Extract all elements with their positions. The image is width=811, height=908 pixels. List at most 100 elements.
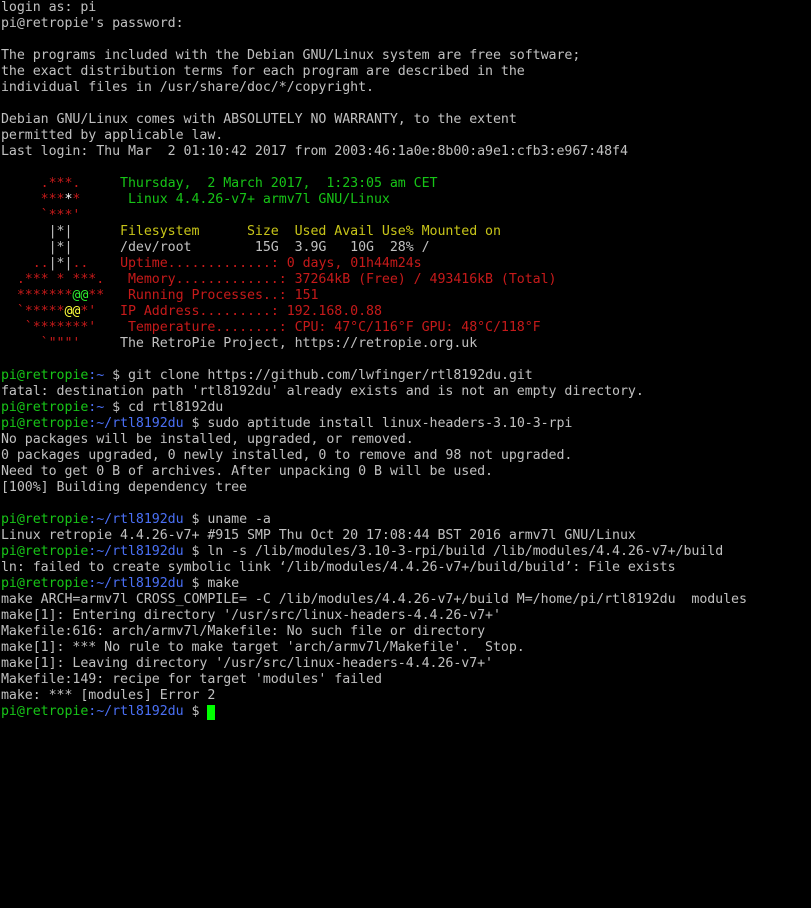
terminal-text-segment: :~/rtl8192du bbox=[88, 416, 192, 431]
terminal-text-segment: $ uname -a bbox=[191, 512, 271, 527]
terminal-line: 0 packages upgraded, 0 newly installed, … bbox=[1, 448, 811, 464]
terminal-text-segment: Linux retropie 4.4.26-v7+ #915 SMP Thu O… bbox=[1, 528, 636, 543]
terminal-line: |*| /dev/root 15G 3.9G 10G 28% / bbox=[1, 240, 811, 256]
terminal-text-segment: make[1]: Leaving directory '/usr/src/lin… bbox=[1, 656, 493, 671]
terminal-line: `*****@@*' IP Address.........: 192.168.… bbox=[1, 304, 811, 320]
terminal-line: the exact distribution terms for each pr… bbox=[1, 64, 811, 80]
terminal-text-segment: $ cd rtl8192du bbox=[112, 400, 224, 415]
terminal-line: make[1]: Entering directory '/usr/src/li… bbox=[1, 608, 811, 624]
terminal-text-segment: :~ bbox=[88, 368, 113, 383]
terminal-text-segment: The RetroPie Project, https://retropie.o… bbox=[120, 336, 478, 351]
terminal-line: `*******' Temperature........: CPU: 47°C… bbox=[1, 320, 811, 336]
terminal-text-segment: :~/rtl8192du bbox=[88, 512, 192, 527]
terminal-text-segment: Temperature........: CPU: 47°C/116°F GPU… bbox=[127, 320, 541, 335]
terminal-text-segment: Filesystem Size Used Avail Use% Mounted … bbox=[120, 224, 501, 239]
terminal-line: Last login: Thu Mar 2 01:10:42 2017 from… bbox=[1, 144, 811, 160]
terminal-text-segment: .***. bbox=[1, 176, 121, 191]
terminal-text-segment: pi@retropie bbox=[1, 576, 89, 591]
terminal-line: No packages will be installed, upgraded,… bbox=[1, 432, 811, 448]
terminal-line: `"""' The RetroPie Project, https://retr… bbox=[1, 336, 811, 352]
terminal-line: pi@retropie:~/rtl8192du $ sudo aptitude … bbox=[1, 416, 811, 432]
terminal-text-segment: |*| bbox=[1, 240, 121, 255]
terminal-line: make[1]: *** No rule to make target 'arc… bbox=[1, 640, 811, 656]
terminal-line: individual files in /usr/share/doc/*/cop… bbox=[1, 80, 811, 96]
terminal-line: permitted by applicable law. bbox=[1, 128, 811, 144]
terminal-text-segment: $ make bbox=[191, 576, 240, 591]
terminal-text-segment: ln: failed to create symbolic link ‘/lib… bbox=[1, 560, 676, 575]
terminal-line: ***** Linux 4.4.26-v7+ armv7l GNU/Linux bbox=[1, 192, 811, 208]
terminal-text-segment: Last login: Thu Mar 2 01:10:42 2017 from… bbox=[1, 144, 628, 159]
terminal-text-segment: :~/rtl8192du bbox=[88, 704, 192, 719]
terminal-text-segment: pi@retropie bbox=[1, 400, 89, 415]
terminal-text-segment: 0 packages upgraded, 0 newly installed, … bbox=[1, 448, 573, 463]
terminal-line: .***. Thursday, 2 March 2017, 1:23:05 am… bbox=[1, 176, 811, 192]
terminal-window[interactable]: login as: pi pi@retropie's password: The p… bbox=[1, 0, 811, 908]
terminal-line: pi@retropie:~/rtl8192du $ uname -a bbox=[1, 512, 811, 528]
terminal-text-segment: Thursday, 2 March 2017, 1:23:05 am CET bbox=[120, 176, 438, 191]
terminal-line: pi@retropie:~/rtl8192du $ make bbox=[1, 576, 811, 592]
terminal-text-segment: ** bbox=[88, 288, 128, 303]
terminal-text-segment: login as: pi bbox=[1, 0, 97, 15]
terminal-text-segment: *' bbox=[80, 304, 121, 319]
terminal-text-segment: the exact distribution terms for each pr… bbox=[1, 64, 525, 79]
terminal-text-segment: Uptime.............: 0 days, 01h44m24s bbox=[120, 256, 422, 271]
terminal-line: fatal: destination path 'rtl8192du' alre… bbox=[1, 384, 811, 400]
terminal-text-segment: make ARCH=armv7l CROSS_COMPILE= -C /lib/… bbox=[1, 592, 747, 607]
terminal-text-segment: *** bbox=[1, 192, 65, 207]
terminal-text-segment: |*| bbox=[1, 224, 121, 239]
terminal-text-segment: .*** * ***. bbox=[1, 272, 128, 287]
terminal-text-segment: pi@retropie bbox=[1, 704, 89, 719]
terminal-text-segment: make: *** [modules] Error 2 bbox=[1, 688, 216, 703]
terminal-text-segment: individual files in /usr/share/doc/*/cop… bbox=[1, 80, 374, 95]
terminal-text-segment: fatal: destination path 'rtl8192du' alre… bbox=[1, 384, 644, 399]
terminal-text-segment: [100%] Building dependency tree bbox=[1, 480, 247, 495]
terminal-line: .*** * ***. Memory.............: 37264kB… bbox=[1, 272, 811, 288]
terminal-text-segment: ******* bbox=[1, 288, 73, 303]
terminal-text-segment: IP Address.........: 192.168.0.88 bbox=[120, 304, 382, 319]
terminal-text-segment: `*******' bbox=[1, 320, 128, 335]
terminal-text-segment: Makefile:149: recipe for target 'modules… bbox=[1, 672, 382, 687]
terminal-line: ..|*|.. Uptime.............: 0 days, 01h… bbox=[1, 256, 811, 272]
terminal-text-segment: pi@retropie bbox=[1, 512, 89, 527]
terminal-text-segment: @@ bbox=[72, 288, 89, 303]
terminal-text-segment: make[1]: Entering directory '/usr/src/li… bbox=[1, 608, 501, 623]
terminal-text-segment: :~ bbox=[88, 400, 113, 415]
terminal-line: [100%] Building dependency tree bbox=[1, 480, 811, 496]
terminal-line: pi@retropie:~ $ cd rtl8192du bbox=[1, 400, 811, 416]
terminal-text-segment: $ bbox=[191, 704, 208, 719]
terminal-line: ln: failed to create symbolic link ‘/lib… bbox=[1, 560, 811, 576]
terminal-line: Makefile:616: arch/armv7l/Makefile: No s… bbox=[1, 624, 811, 640]
terminal-text-segment: `***** bbox=[1, 304, 65, 319]
terminal-line: The programs included with the Debian GN… bbox=[1, 48, 811, 64]
terminal-line: Debian GNU/Linux comes with ABSOLUTELY N… bbox=[1, 112, 811, 128]
terminal-line: |*| Filesystem Size Used Avail Use% Moun… bbox=[1, 224, 811, 240]
terminal-text-segment: .. bbox=[72, 256, 121, 271]
terminal-text-segment: :~/rtl8192du bbox=[88, 576, 192, 591]
terminal-line: *******@@** Running Processes..: 151 bbox=[1, 288, 811, 304]
terminal-text-segment: :~/rtl8192du bbox=[88, 544, 192, 559]
terminal-text-segment: pi@retropie bbox=[1, 368, 89, 383]
terminal-line: `***' bbox=[1, 208, 811, 224]
terminal-text-segment: The programs included with the Debian GN… bbox=[1, 48, 581, 63]
terminal-line: make ARCH=armv7l CROSS_COMPILE= -C /lib/… bbox=[1, 592, 811, 608]
terminal-text-segment: Makefile:616: arch/armv7l/Makefile: No s… bbox=[1, 624, 486, 639]
terminal-text-segment: |*| bbox=[48, 256, 73, 271]
terminal-line: login as: pi bbox=[1, 0, 811, 16]
terminal-cursor[interactable] bbox=[207, 705, 216, 720]
terminal-text-segment: $ ln -s /lib/modules/3.10-3-rpi/build /l… bbox=[191, 544, 724, 559]
terminal-text-segment: pi@retropie bbox=[1, 544, 89, 559]
terminal-line: pi@retropie:~/rtl8192du $ bbox=[1, 704, 811, 720]
terminal-line: Makefile:149: recipe for target 'modules… bbox=[1, 672, 811, 688]
terminal-line: Linux retropie 4.4.26-v7+ #915 SMP Thu O… bbox=[1, 528, 811, 544]
terminal-line: pi@retropie:~/rtl8192du $ ln -s /lib/mod… bbox=[1, 544, 811, 560]
terminal-line: make: *** [modules] Error 2 bbox=[1, 688, 811, 704]
terminal-text-segment: $ sudo aptitude install linux-headers-3.… bbox=[191, 416, 573, 431]
terminal-text-segment: Linux 4.4.26-v7+ armv7l GNU/Linux bbox=[127, 192, 390, 207]
terminal-text-segment: Need to get 0 B of archives. After unpac… bbox=[1, 464, 493, 479]
terminal-text-segment: permitted by applicable law. bbox=[1, 128, 224, 143]
terminal-text-segment: make[1]: *** No rule to make target 'arc… bbox=[1, 640, 525, 655]
